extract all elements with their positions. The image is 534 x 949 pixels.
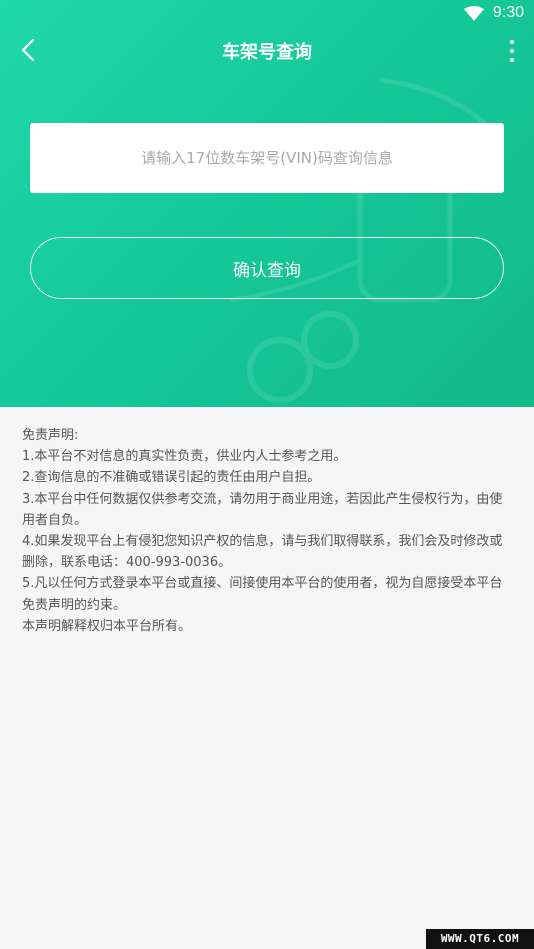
disclaimer-item: 1.本平台不对信息的真实性负责，供业内人士参考之用。 bbox=[22, 449, 347, 465]
more-vertical-icon bbox=[510, 40, 514, 44]
more-options-button[interactable] bbox=[500, 34, 524, 68]
confirm-query-button[interactable]: 确认查询 bbox=[30, 237, 504, 299]
more-dot bbox=[510, 58, 514, 62]
more-dot bbox=[510, 49, 514, 53]
disclaimer-item: 4.如果发现平台上有侵犯您知识产权的信息，请与我们取得联系，我们会及时修改或删除… bbox=[22, 534, 503, 571]
status-time: 9:30 bbox=[492, 4, 524, 21]
disclaimer-item: 5.凡以任何方式登录本平台或直接、间接使用本平台的使用者，视为自愿接受本平台免责… bbox=[22, 576, 503, 613]
status-bar: 9:30 bbox=[0, 0, 534, 28]
disclaimer-footer: 本声明解释权归本平台所有。 bbox=[22, 618, 192, 634]
disclaimer-item: 2.查询信息的不准确或错误引起的责任由用户自担。 bbox=[22, 470, 321, 486]
disclaimer-item: 3.本平台中任何数据仅供参考交流，请勿用于商业用途，若因此产生侵权行为，由使用者… bbox=[22, 491, 503, 528]
disclaimer-text: 免责声明: 1.本平台不对信息的真实性负责，供业内人士参考之用。 2.查询信息的… bbox=[22, 425, 512, 637]
disclaimer-heading: 免责声明: bbox=[22, 428, 79, 443]
page-title: 车架号查询 bbox=[222, 42, 312, 63]
header-banner: 9:30 车架号查询 确认查询 bbox=[0, 0, 534, 407]
wifi-icon bbox=[464, 6, 484, 21]
car-interior-background bbox=[229, 77, 502, 403]
top-app-bar: 车架号查询 bbox=[0, 28, 534, 72]
site-watermark: WWW.QT6.COM bbox=[426, 929, 534, 949]
vin-input[interactable] bbox=[30, 123, 504, 193]
confirm-query-label: 确认查询 bbox=[233, 260, 301, 281]
